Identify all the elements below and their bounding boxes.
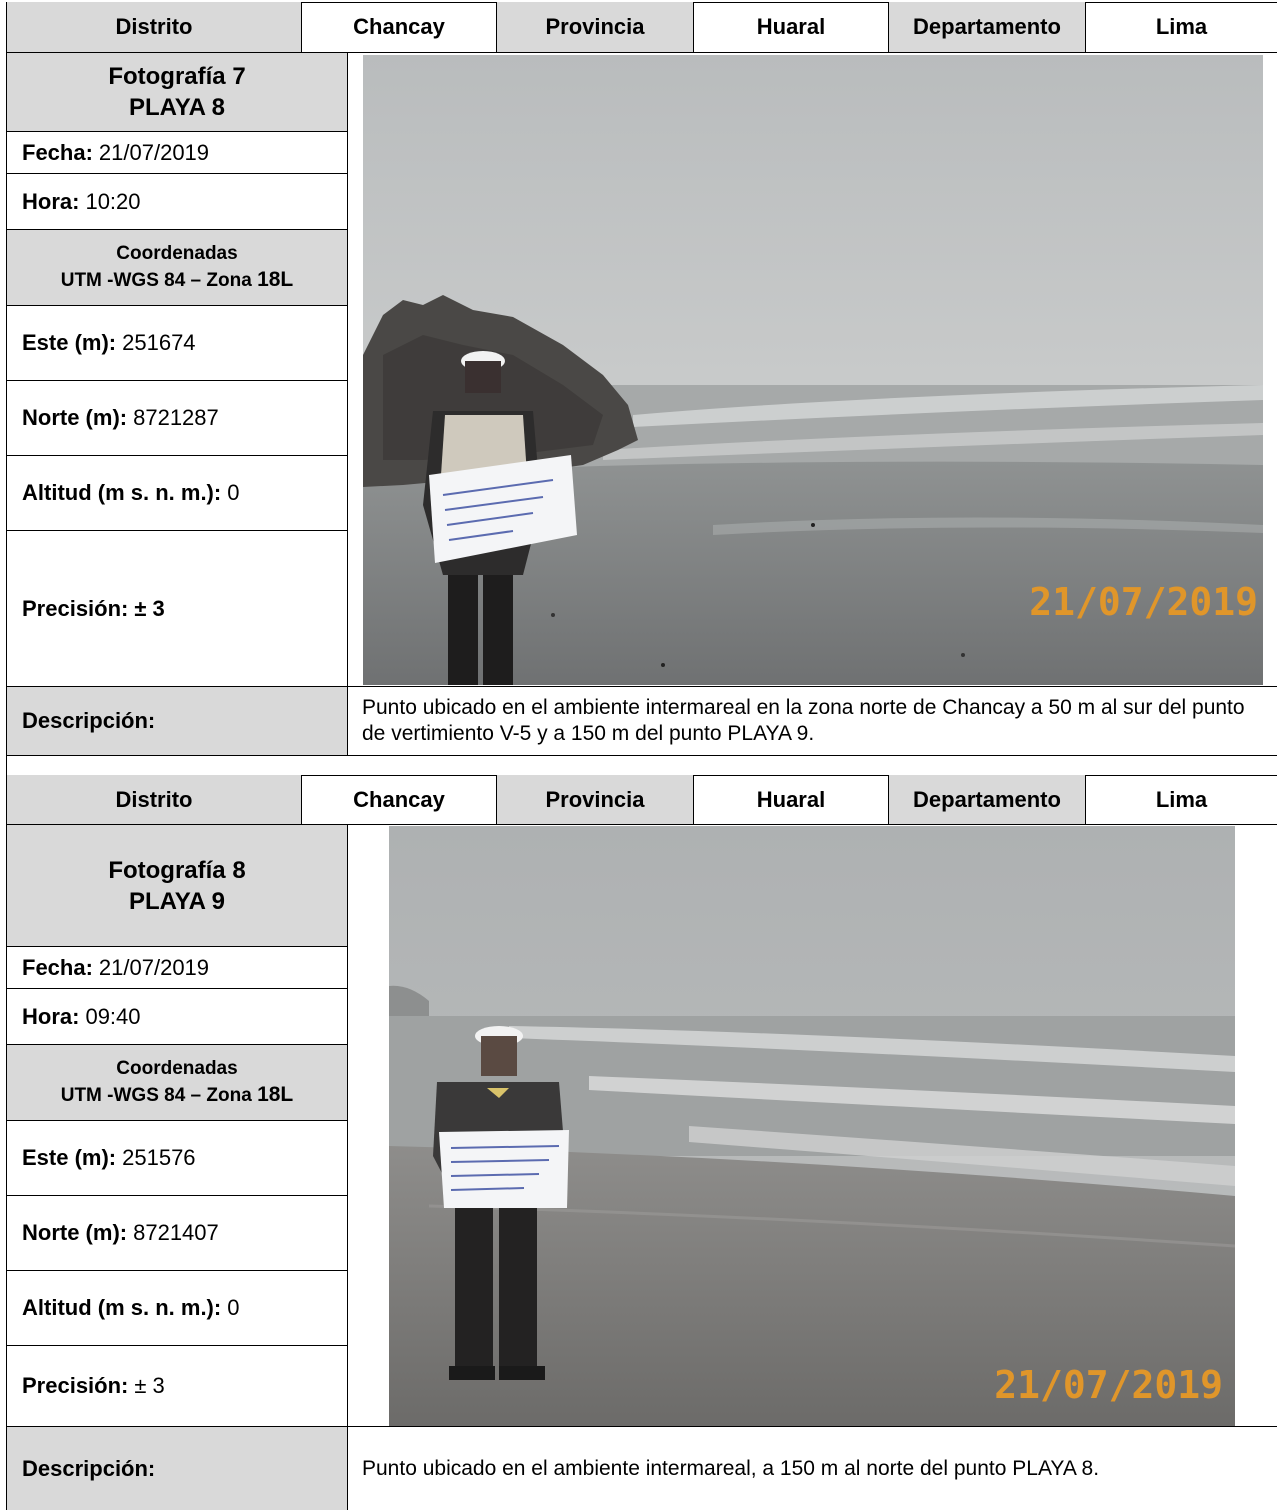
photo-cell: 21/07/2019 bbox=[348, 825, 1277, 1427]
photo-datestamp: 21/07/2019 bbox=[1029, 580, 1258, 624]
descripcion-text: Punto ubicado en el ambiente intermareal… bbox=[362, 1456, 1100, 1480]
distrito-value: Chancay bbox=[302, 775, 497, 825]
station-code: PLAYA 9 bbox=[128, 887, 226, 915]
descripcion-label: Descripción: bbox=[6, 1427, 348, 1510]
norte-row: Norte (m): 8721407 bbox=[6, 1196, 348, 1271]
hora-row: Hora: 09:40 bbox=[6, 989, 348, 1045]
precision-label: Precisión: bbox=[22, 1373, 129, 1398]
coordinates-title: Coordenadas bbox=[116, 243, 238, 264]
este-label: Este (m): bbox=[22, 1145, 117, 1170]
coordinates-zone: 18L bbox=[257, 268, 294, 291]
norte-label: Norte (m): bbox=[22, 405, 128, 430]
coordinates-datum: UTM -WGS 84 – Zona bbox=[60, 270, 252, 291]
photo-number: Fotografía 8 bbox=[108, 856, 246, 884]
departamento-value: Lima bbox=[1086, 2, 1277, 53]
beach-photo: 21/07/2019 bbox=[363, 55, 1263, 685]
photo-datestamp: 21/07/2019 bbox=[994, 1363, 1223, 1407]
este-value: 251576 bbox=[122, 1145, 196, 1170]
coordinates-zone: 18L bbox=[257, 1083, 294, 1106]
coordinates-title: Coordenadas bbox=[116, 1058, 238, 1079]
altitud-row: Altitud (m s. n. m.): 0 bbox=[6, 456, 348, 531]
altitud-row: Altitud (m s. n. m.): 0 bbox=[6, 1271, 348, 1346]
fecha-value: 21/07/2019 bbox=[98, 954, 210, 980]
descripcion-label: Descripción: bbox=[6, 687, 348, 756]
precision-row: Precisión: ± 3 bbox=[6, 531, 348, 687]
precision-value: ± 3 bbox=[134, 595, 165, 621]
altitud-value: 0 bbox=[227, 480, 240, 505]
precision-label: Precisión: bbox=[22, 595, 129, 621]
card-separator bbox=[6, 756, 1277, 775]
distrito-label: Distrito bbox=[6, 775, 302, 825]
coordinates-header: Coordenadas UTM -WGS 84 – Zona 18L bbox=[6, 1045, 348, 1121]
norte-value: 8721287 bbox=[133, 405, 219, 430]
beach-photo-image: 21/07/2019 bbox=[389, 826, 1235, 1426]
departamento-value: Lima bbox=[1086, 775, 1277, 825]
este-value: 251674 bbox=[122, 330, 196, 355]
este-label: Este (m): bbox=[22, 330, 117, 355]
photo-number: Fotografía 7 bbox=[108, 63, 246, 90]
hora-label: Hora: bbox=[22, 188, 80, 214]
altitud-label: Altitud (m s. n. m.): bbox=[22, 480, 222, 505]
coordinates-header: Coordenadas UTM -WGS 84 – Zona 18L bbox=[6, 230, 348, 306]
provincia-label: Provincia bbox=[497, 2, 694, 53]
norte-value: 8721407 bbox=[133, 1220, 219, 1245]
este-row: Este (m): 251576 bbox=[6, 1121, 348, 1196]
descripcion-text: Punto ubicado en el ambiente intermareal… bbox=[348, 687, 1277, 756]
coordinates-datum: UTM -WGS 84 – Zona bbox=[60, 1085, 252, 1106]
altitud-value: 0 bbox=[227, 1295, 240, 1320]
hora-row: Hora: 10:20 bbox=[6, 174, 348, 230]
beach-photo: 21/07/2019 bbox=[389, 826, 1235, 1426]
distrito-label: Distrito bbox=[6, 2, 302, 53]
photo-record-card-7: Distrito Chancay Provincia Huaral Depart… bbox=[6, 2, 1277, 756]
photo-cell: 21/07/2019 bbox=[348, 53, 1277, 687]
fecha-value: 21/07/2019 bbox=[98, 139, 210, 165]
departamento-label: Departamento bbox=[889, 2, 1086, 53]
precision-row: Precisión: ± 3 bbox=[6, 1346, 348, 1427]
fecha-row: Fecha: 21/07/2019 bbox=[6, 947, 348, 989]
fecha-label: Fecha: bbox=[22, 139, 93, 165]
hora-value: 10:20 bbox=[85, 188, 141, 214]
beach-photo-image: 21/07/2019 bbox=[363, 55, 1263, 685]
este-row: Este (m): 251674 bbox=[6, 306, 348, 381]
photo-title: Fotografía 8 PLAYA 9 bbox=[6, 825, 348, 947]
provincia-label: Provincia bbox=[497, 775, 694, 825]
provincia-value: Huaral bbox=[694, 2, 889, 53]
fecha-row: Fecha: 21/07/2019 bbox=[6, 132, 348, 174]
norte-label: Norte (m): bbox=[22, 1220, 128, 1245]
provincia-value: Huaral bbox=[694, 775, 889, 825]
photo-title: Fotografía 7 PLAYA 8 bbox=[6, 53, 348, 132]
distrito-value: Chancay bbox=[302, 2, 497, 53]
station-code: PLAYA 8 bbox=[128, 94, 226, 121]
precision-value: ± 3 bbox=[134, 1373, 165, 1398]
hora-label: Hora: bbox=[22, 1003, 80, 1029]
altitud-label: Altitud (m s. n. m.): bbox=[22, 1295, 222, 1320]
norte-row: Norte (m): 8721287 bbox=[6, 381, 348, 456]
departamento-label: Departamento bbox=[889, 775, 1086, 825]
hora-value: 09:40 bbox=[85, 1003, 141, 1029]
fecha-label: Fecha: bbox=[22, 954, 93, 980]
photo-record-card-8: Distrito Chancay Provincia Huaral Depart… bbox=[6, 775, 1277, 1510]
